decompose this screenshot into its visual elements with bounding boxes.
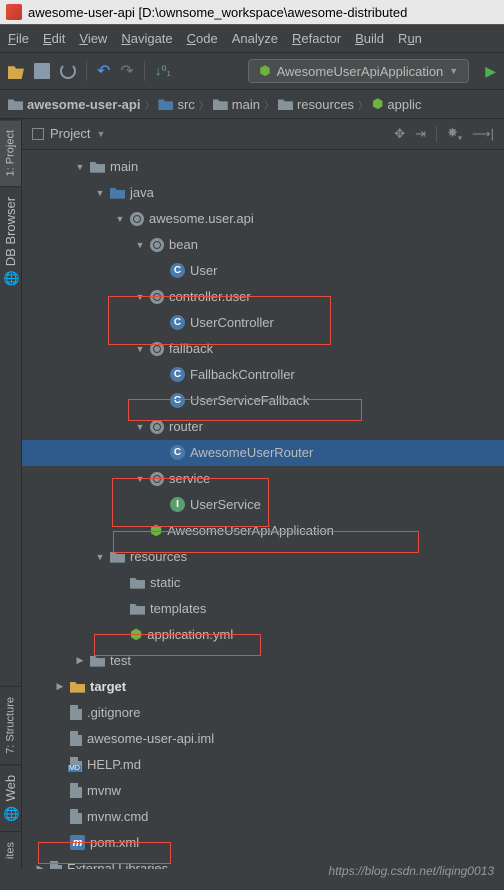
interface-icon: I xyxy=(170,497,185,512)
file-icon xyxy=(70,731,82,746)
chevron-right-icon: 〉 xyxy=(199,97,209,112)
menu-code[interactable]: Code xyxy=(181,29,224,48)
tree-node-mvnw-cmd[interactable]: mvnw.cmd xyxy=(22,804,504,830)
tree-node-app-class[interactable]: ⬢AwesomeUserApiApplication xyxy=(22,518,504,544)
tree-node-main[interactable]: main xyxy=(22,154,504,180)
markdown-icon xyxy=(70,757,82,772)
refresh-icon[interactable] xyxy=(60,63,76,79)
tree-node-user-service-fallback[interactable]: CUserServiceFallback xyxy=(22,388,504,414)
spring-icon: ⬢ xyxy=(259,63,270,79)
spring-icon: ⬢ xyxy=(150,522,162,539)
breadcrumb-root[interactable]: awesome-user-api xyxy=(8,97,140,112)
sidetab-db-browser[interactable]: 🌐DB Browser xyxy=(0,186,21,296)
tree-node-package[interactable]: awesome.user.api xyxy=(22,206,504,232)
tree-node-user[interactable]: CUser xyxy=(22,258,504,284)
dropdown-icon: ▼ xyxy=(96,129,105,139)
chevron-right-icon: 〉 xyxy=(358,97,368,112)
sidetab-web[interactable]: 🌐Web xyxy=(0,764,21,831)
breadcrumb: awesome-user-api 〉 src 〉 main 〉 resource… xyxy=(0,90,504,119)
sidetab-favorites[interactable]: ites xyxy=(0,831,21,869)
dropdown-icon: ▼ xyxy=(449,66,458,76)
tree-node-awesome-user-router[interactable]: CAwesomeUserRouter xyxy=(22,440,504,466)
tree-node-static[interactable]: static xyxy=(22,570,504,596)
spring-icon: ⬢ xyxy=(372,96,383,112)
sidetab-structure[interactable]: 7: Structure xyxy=(0,686,21,764)
tree-node-fallback[interactable]: fallback xyxy=(22,336,504,362)
back-icon[interactable]: ↶ xyxy=(97,61,110,81)
collapse-icon[interactable]: ⇥ xyxy=(415,126,426,142)
class-icon: C xyxy=(170,315,185,330)
menu-run[interactable]: Run xyxy=(392,29,428,48)
forward-icon[interactable]: ↷ xyxy=(120,61,133,81)
project-tree[interactable]: main java awesome.user.api bean CUser co… xyxy=(22,150,504,869)
panel-view-selector[interactable]: Project ▼ xyxy=(32,126,105,141)
file-icon xyxy=(70,809,82,824)
maven-icon: m xyxy=(70,835,85,850)
left-tool-tabs: 1: Project 🌐DB Browser 7: Structure 🌐Web… xyxy=(0,119,22,869)
project-panel-header: Project ▼ ✥ ⇥ ✸▾ ⟶| xyxy=(22,119,504,150)
gear-icon[interactable]: ✸▾ xyxy=(447,125,462,143)
breadcrumb-main[interactable]: main xyxy=(213,97,260,112)
tree-node-router[interactable]: router xyxy=(22,414,504,440)
chevron-right-icon: 〉 xyxy=(264,97,274,112)
tree-node-test[interactable]: test xyxy=(22,648,504,674)
menu-analyze[interactable]: Analyze xyxy=(226,29,284,48)
menu-bar: File Edit View Navigate Code Analyze Ref… xyxy=(0,25,504,53)
sidetab-project[interactable]: 1: Project xyxy=(0,119,21,186)
tree-node-bean[interactable]: bean xyxy=(22,232,504,258)
locate-icon[interactable]: ✥ xyxy=(394,126,405,142)
build-icon[interactable]: ↓⁰₁ xyxy=(155,63,171,79)
open-icon[interactable] xyxy=(8,63,24,79)
spring-icon: ⬢ xyxy=(130,626,142,643)
run-icon[interactable]: ▶ xyxy=(485,63,496,80)
breadcrumb-app[interactable]: ⬢applic xyxy=(372,96,421,112)
tree-node-java[interactable]: java xyxy=(22,180,504,206)
menu-refactor[interactable]: Refactor xyxy=(286,29,347,48)
chevron-right-icon: 〉 xyxy=(144,97,154,112)
tree-node-resources[interactable]: resources xyxy=(22,544,504,570)
separator xyxy=(86,61,87,81)
tree-node-fallback-controller[interactable]: CFallbackController xyxy=(22,362,504,388)
run-config-label: AwesomeUserApiApplication xyxy=(277,64,444,79)
tree-node-user-controller[interactable]: CUserController xyxy=(22,310,504,336)
main-area: 1: Project 🌐DB Browser 7: Structure 🌐Web… xyxy=(0,119,504,869)
menu-edit[interactable]: Edit xyxy=(37,29,71,48)
app-icon xyxy=(6,4,22,20)
toolbar: ↶ ↷ ↓⁰₁ ⬢ AwesomeUserApiApplication ▼ ▶ xyxy=(0,53,504,90)
tree-node-gitignore[interactable]: .gitignore xyxy=(22,700,504,726)
tree-node-user-service[interactable]: IUserService xyxy=(22,492,504,518)
class-icon: C xyxy=(170,393,185,408)
tree-node-target[interactable]: target xyxy=(22,674,504,700)
file-icon xyxy=(70,783,82,798)
library-icon xyxy=(50,861,62,869)
watermark: https://blog.csdn.net/liqing0013 xyxy=(329,864,494,878)
tree-node-pom[interactable]: mpom.xml xyxy=(22,830,504,856)
tree-node-mvnw[interactable]: mvnw xyxy=(22,778,504,804)
run-config-selector[interactable]: ⬢ AwesomeUserApiApplication ▼ xyxy=(248,59,469,83)
breadcrumb-src[interactable]: src xyxy=(158,97,194,112)
tree-node-templates[interactable]: templates xyxy=(22,596,504,622)
save-icon[interactable] xyxy=(34,63,50,79)
tree-node-service[interactable]: service xyxy=(22,466,504,492)
tree-node-iml[interactable]: awesome-user-api.iml xyxy=(22,726,504,752)
window-title: awesome-user-api [D:\ownsome_workspace\a… xyxy=(28,5,407,20)
hide-icon[interactable]: ⟶| xyxy=(472,126,494,142)
menu-file[interactable]: File xyxy=(2,29,35,48)
menu-build[interactable]: Build xyxy=(349,29,390,48)
window-titlebar: awesome-user-api [D:\ownsome_workspace\a… xyxy=(0,0,504,25)
tree-node-help[interactable]: HELP.md xyxy=(22,752,504,778)
file-icon xyxy=(70,705,82,720)
tree-node-controller-user[interactable]: controller.user xyxy=(22,284,504,310)
menu-navigate[interactable]: Navigate xyxy=(115,29,178,48)
menu-view[interactable]: View xyxy=(73,29,113,48)
breadcrumb-resources[interactable]: resources xyxy=(278,97,354,112)
separator xyxy=(144,61,145,81)
class-icon: C xyxy=(170,263,185,278)
class-icon: C xyxy=(170,367,185,382)
class-icon: C xyxy=(170,445,185,460)
tree-node-application-yml[interactable]: ⬢application.yml xyxy=(22,622,504,648)
